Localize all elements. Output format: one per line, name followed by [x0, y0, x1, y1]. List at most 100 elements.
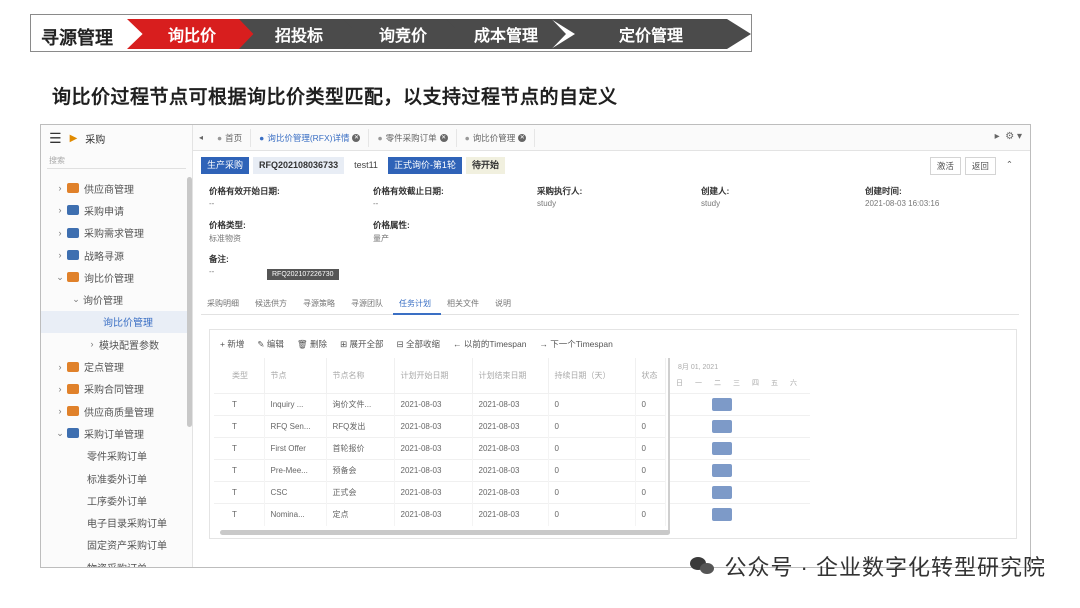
watermark-text: 公众号 · 企业数字化转型研究院	[724, 555, 1046, 580]
subtab-description[interactable]: 说明	[489, 293, 521, 315]
add-button[interactable]: + 新增	[220, 338, 244, 350]
step-auction: 询竞价	[343, 19, 463, 49]
gantt-task-bar[interactable]	[712, 464, 732, 477]
table-cell: 0	[635, 480, 666, 504]
sidebar-item-purchase-order[interactable]: ⌄ 采购订单管理	[41, 422, 192, 444]
delete-button[interactable]: 🗑 删除	[297, 338, 327, 350]
process-title: 寻源管理	[41, 28, 113, 48]
subtab-sourcing-strategy[interactable]: 寻源策略	[297, 293, 345, 315]
sidebar-search-input[interactable]: 搜索	[47, 153, 186, 169]
sidebar-item-supplier[interactable]: › 供应商管理	[41, 177, 192, 199]
sidebar-item-label: 采购需求管理	[84, 229, 144, 241]
menu-icon[interactable]: ☰	[49, 130, 62, 147]
table-cell: 0	[635, 392, 666, 416]
sidebar-scrollbar[interactable]	[187, 177, 192, 427]
sidebar-item-rfx[interactable]: ⌄ 询比价管理	[41, 266, 192, 288]
table-row[interactable]: T First Offer 首轮报价 2021-08-03 2021-08-03 0 0	[214, 436, 666, 460]
column-header: 节点	[264, 358, 327, 393]
sidebar-item-purchase-request[interactable]: › 采购申请	[41, 199, 192, 221]
field-label: 价格有效开始日期:	[209, 186, 280, 196]
rfx-icon	[67, 272, 79, 283]
subtab-purchase-detail[interactable]: 采购明细	[201, 293, 249, 315]
collapse-icon: ⊟	[396, 339, 404, 349]
table-row[interactable]: T Pre-Mee... 预备会 2021-08-03 2021-08-03 0 0	[214, 458, 666, 482]
gantt-task-bar[interactable]	[712, 420, 732, 433]
activate-button[interactable]: 激活	[929, 157, 961, 175]
chevron-down-icon: ⌄	[56, 427, 64, 438]
close-icon[interactable]: ✕	[518, 133, 527, 142]
table-cell: 0	[548, 480, 636, 504]
sidebar-item-inquiry[interactable]: ⌄ 询价管理	[41, 288, 192, 310]
table-row[interactable]: T Nomina... 定点 2021-08-03 2021-08-03 0 0	[214, 502, 666, 526]
sidebar-item-asset-order[interactable]: 固定资产采购订单	[41, 534, 192, 556]
sidebar-item-rfx-manage[interactable]: 询比价管理	[41, 310, 192, 334]
table-cell: 2021-08-03	[472, 480, 549, 504]
settings-gear-icon[interactable]: ▸ ⚙ ▾	[995, 131, 1022, 142]
subtab-candidate-suppliers[interactable]: 候选供方	[249, 293, 297, 315]
gantt-day: 六	[790, 380, 797, 387]
wechat-icon	[690, 555, 716, 577]
subtab-related-files[interactable]: 相关文件	[441, 293, 489, 315]
gantt-chart: 8月 01, 2021 日 一 二 三 四 五 六	[668, 358, 810, 533]
back-button[interactable]: 返回	[964, 157, 996, 175]
table-cell: 0	[635, 436, 666, 460]
subtab-task-plan[interactable]: 任务计划	[393, 293, 441, 315]
step-cost-management: 成本管理	[446, 19, 566, 49]
gantt-gridline	[670, 459, 810, 460]
gantt-gridline	[670, 393, 810, 394]
table-row[interactable]: T RFQ Sen... RFQ发出 2021-08-03 2021-08-03 0 0	[214, 414, 666, 438]
sidebar-item-process-outsource[interactable]: 工序委外订单	[41, 489, 192, 511]
table-cell: T	[214, 502, 265, 526]
gantt-task-bar[interactable]	[712, 442, 732, 455]
expand-all-button[interactable]: ⊞ 展开全部	[340, 338, 384, 350]
next-timespan-button[interactable]: → 下一个Timespan	[539, 338, 612, 350]
sub-tabs: 采购明细 候选供方 寻源策略 寻源团队 任务计划 相关文件 说明	[201, 293, 1019, 315]
sidebar-item-catalog-order[interactable]: 电子目录采购订单	[41, 511, 192, 533]
table-row[interactable]: T CSC 正式会 2021-08-03 2021-08-03 0 0	[214, 480, 666, 504]
tab-bar: ◂ ● 首页 ● 询比价管理(RFX)详情 ✕ ● 零件采购订单 ✕ ● 询比价管理 ✕ ▸ …	[193, 125, 1030, 151]
sidebar-item-strategic-sourcing[interactable]: › 战略寻源	[41, 244, 192, 266]
sidebar-item-contract[interactable]: › 采购合同管理	[41, 378, 192, 400]
tab-scroll-left-icon[interactable]: ◂	[193, 133, 209, 142]
collapse-icon[interactable]: ⌃	[999, 157, 1019, 175]
table-cell: 2021-08-03	[472, 414, 549, 438]
table-cell: RFQ Sen...	[264, 414, 327, 438]
horizontal-scrollbar[interactable]	[220, 530, 670, 535]
table-cell: 0	[548, 436, 636, 460]
sidebar-item-standard-outsource[interactable]: 标准委外订单	[41, 467, 192, 489]
previous-timespan-button[interactable]: ← 以前的Timespan	[453, 338, 526, 350]
sidebar-item-nomination[interactable]: › 定点管理	[41, 355, 192, 377]
dot-icon: ●	[259, 132, 265, 143]
sidebar-item-supplier-quality[interactable]: › 供应商质量管理	[41, 400, 192, 422]
status-badge: 待开始	[465, 157, 505, 174]
tab-part-order[interactable]: ● 零件采购订单 ✕	[369, 128, 457, 147]
sidebar-item-material-order[interactable]: 物资采购订单	[41, 556, 192, 567]
table-cell: 0	[548, 502, 636, 526]
sidebar-item-part-order[interactable]: 零件采购订单	[41, 445, 192, 467]
tab-home[interactable]: ● 首页	[209, 128, 252, 147]
sidebar-item-label: 询比价管理	[84, 273, 134, 285]
tab-rfx-detail[interactable]: ● 询比价管理(RFX)详情 ✕	[251, 128, 370, 147]
table-cell: 2021-08-03	[472, 502, 549, 526]
tab-rfx-manage[interactable]: ● 询比价管理 ✕	[457, 128, 536, 147]
column-header: 类型	[214, 358, 265, 393]
table-row[interactable]: T Inquiry ... 询价文件... 2021-08-03 2021-08-03 0…	[214, 392, 666, 416]
subtab-sourcing-team[interactable]: 寻源团队	[345, 293, 393, 315]
record-actions: 激活 返回 ⌃	[929, 157, 1019, 175]
close-icon[interactable]: ✕	[439, 133, 448, 142]
edit-button[interactable]: ✎ 编辑	[257, 338, 284, 350]
sidebar-item-demand[interactable]: › 采购需求管理	[41, 222, 192, 244]
document-icon	[67, 205, 79, 216]
close-icon[interactable]: ✕	[352, 133, 361, 142]
gantt-task-bar[interactable]	[712, 398, 732, 411]
gantt-task-bar[interactable]	[712, 508, 732, 521]
table-cell: T	[214, 458, 265, 482]
sidebar-item-label: 定点管理	[84, 363, 124, 375]
chevron-right-icon: ›	[58, 406, 62, 417]
step-bidding: 招投标	[239, 19, 359, 49]
sidebar-item-label: 询价管理	[83, 296, 123, 308]
gantt-gridline	[670, 437, 810, 438]
sidebar-item-module-config[interactable]: › 模块配置参数	[41, 333, 192, 355]
gantt-task-bar[interactable]	[712, 486, 732, 499]
collapse-all-button[interactable]: ⊟ 全部收缩	[397, 338, 441, 350]
